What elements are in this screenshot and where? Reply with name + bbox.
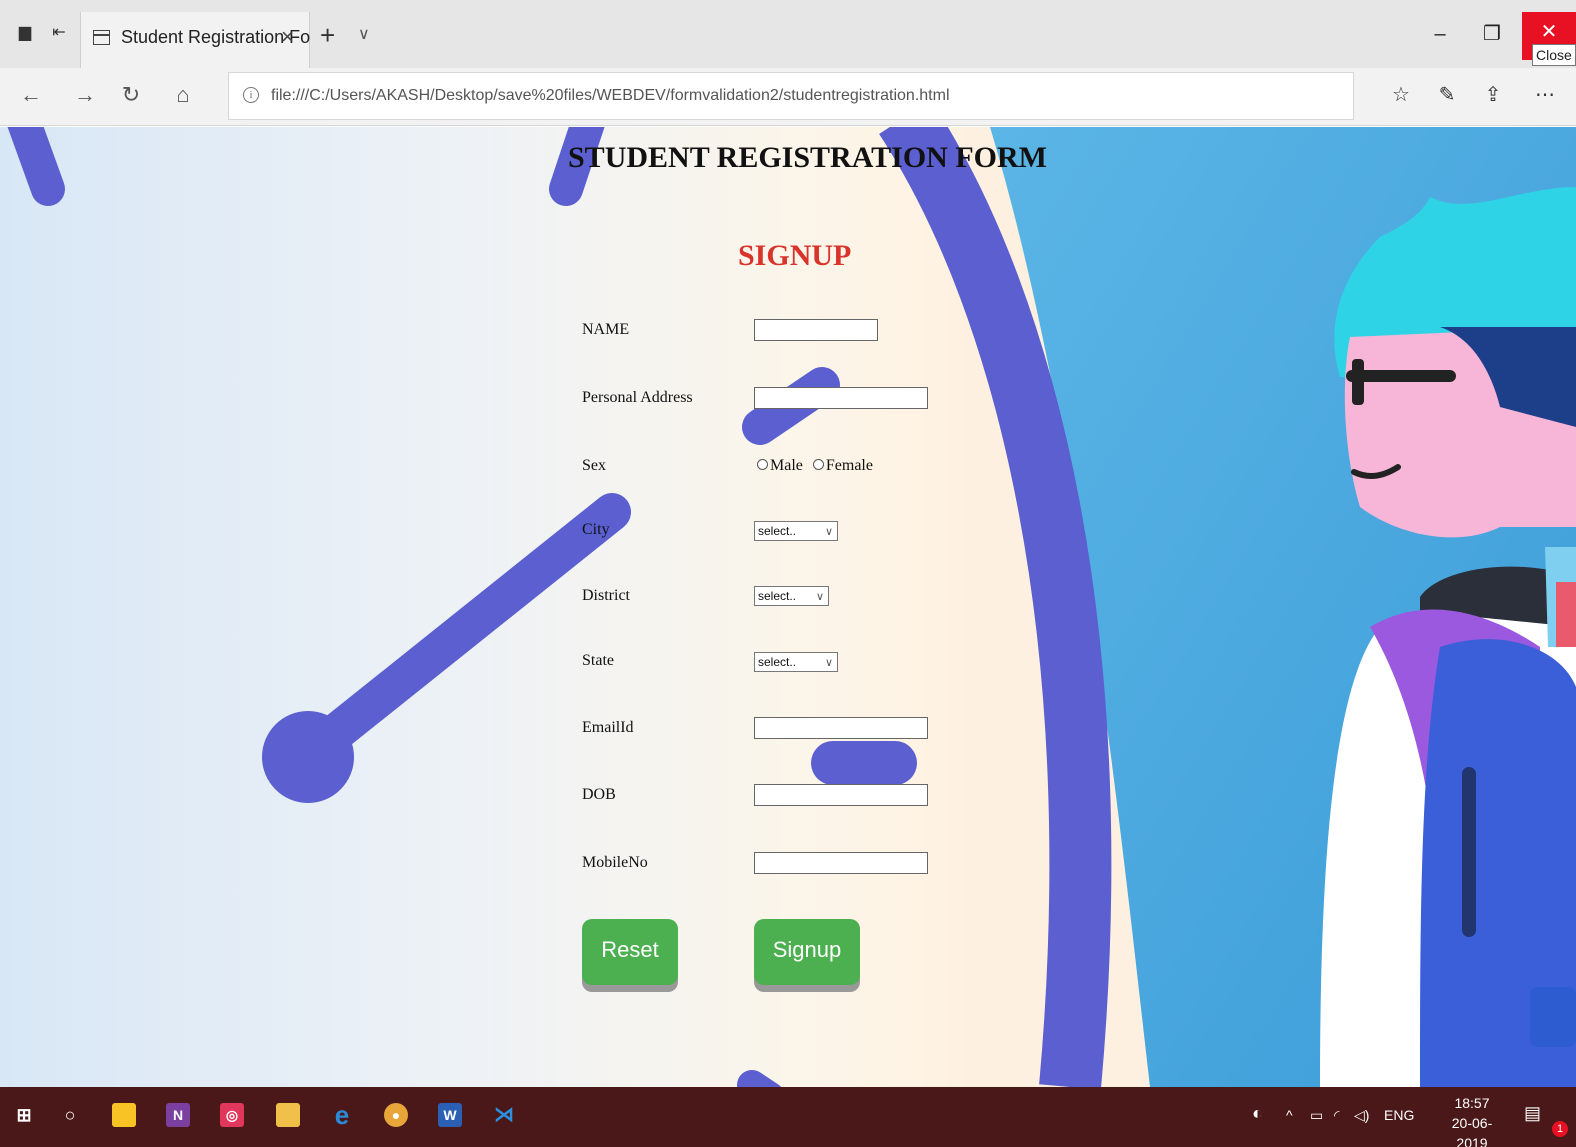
page-icon [93, 30, 110, 45]
state-select[interactable]: select.. ∨ [754, 652, 838, 672]
restore-button[interactable]: ❐ [1470, 14, 1514, 54]
forward-icon[interactable]: → [70, 80, 100, 110]
email-input[interactable] [754, 717, 928, 739]
file-explorer-icon[interactable] [276, 1103, 300, 1127]
mobile-input[interactable] [754, 852, 928, 874]
name-label: NAME [582, 321, 630, 338]
start-icon[interactable]: ⊞ [12, 1103, 36, 1127]
ie-warning-icon[interactable]: ◐ [1252, 1103, 1263, 1124]
state-label: State [582, 652, 614, 669]
notes-icon[interactable]: ✎ [1432, 82, 1462, 112]
female-radio[interactable] [812, 459, 824, 470]
favorites-icon[interactable]: ☆ [1386, 82, 1416, 112]
word-icon[interactable]: W [438, 1103, 462, 1127]
clock-time: 18:57 [1454, 1095, 1490, 1111]
district-label: District [582, 587, 630, 604]
address-url[interactable]: file:///C:/Users/AKASH/Desktop/save%20fi… [271, 87, 950, 105]
signup-heading: SIGNUP [738, 239, 852, 272]
close-tooltip: Close [1532, 44, 1576, 66]
email-label: EmailId [582, 719, 634, 736]
info-icon[interactable]: i [243, 87, 259, 103]
back-icon[interactable]: ← [16, 80, 46, 110]
name-input[interactable] [754, 319, 878, 341]
battery-icon[interactable]: ▭ [1310, 1107, 1323, 1124]
new-tab-button[interactable]: + [320, 20, 335, 51]
tabs-aside-icon[interactable]: ⇤ [50, 24, 68, 42]
page-viewport: STUDENT REGISTRATION FORM SIGNUP NAME Pe… [0, 127, 1576, 1087]
action-center-icon[interactable]: ▤ [1524, 1103, 1541, 1124]
district-select-value: select.. [758, 589, 797, 603]
tab-close-icon[interactable]: × [281, 24, 294, 50]
instagram-icon[interactable]: ◎ [220, 1103, 244, 1127]
city-label: City [582, 521, 610, 538]
state-select-value: select.. [758, 655, 797, 669]
signup-button[interactable]: Signup [754, 919, 860, 985]
sticky-notes-icon[interactable] [112, 1103, 136, 1127]
city-select[interactable]: select.. ∨ [754, 521, 838, 541]
male-label: Male [770, 457, 803, 474]
page-title: STUDENT REGISTRATION FORM [568, 141, 1047, 174]
language-indicator[interactable]: ENG [1384, 1107, 1414, 1123]
system-clock[interactable]: 18:57 20-06-2019 [1440, 1093, 1504, 1147]
sex-radio-group: Male Female [757, 457, 873, 475]
show-hidden-icons-chevron-icon[interactable]: ^ [1286, 1107, 1293, 1123]
male-radio[interactable] [757, 459, 768, 470]
vscode-icon[interactable]: ⋊ [492, 1103, 516, 1127]
chevron-down-icon: ∨ [815, 591, 824, 603]
address-input[interactable] [754, 387, 928, 409]
registration-form: STUDENT REGISTRATION FORM SIGNUP NAME Pe… [0, 127, 1576, 1087]
chrome-icon[interactable]: ● [384, 1103, 408, 1127]
dob-input[interactable] [754, 784, 928, 806]
mobile-label: MobileNo [582, 854, 648, 871]
onenote-icon[interactable]: N [166, 1103, 190, 1127]
address-bar[interactable]: i file:///C:/Users/AKASH/Desktop/save%20… [228, 72, 1354, 120]
cortana-icon[interactable]: ○ [58, 1103, 82, 1127]
sex-label: Sex [582, 457, 606, 474]
edge-icon[interactable]: e [330, 1102, 354, 1128]
dob-label: DOB [582, 786, 616, 803]
female-label: Female [825, 457, 873, 474]
refresh-icon[interactable]: ↻ [116, 80, 146, 110]
windows-taskbar: ⊞ ○ N ◎ e ● W ⋊ ◐ ^ ▭ ◜ ◁) ENG 18:57 20-… [0, 1087, 1576, 1147]
volume-icon[interactable]: ◁) [1354, 1107, 1369, 1124]
reset-button[interactable]: Reset [582, 919, 678, 985]
chevron-down-icon: ∨ [824, 526, 833, 538]
navigation-bar: ← → ↻ ⌂ i file:///C:/Users/AKASH/Desktop… [0, 68, 1576, 126]
wifi-icon[interactable]: ◜ [1334, 1107, 1339, 1124]
set-aside-tabs-icon[interactable]: ▆ [16, 24, 34, 42]
tab-bar: ▆ ⇤ Student Registration Fo × + ∨ – ❐ ✕ … [0, 0, 1576, 76]
address-label: Personal Address [582, 389, 693, 406]
district-select[interactable]: select.. ∨ [754, 586, 829, 606]
share-icon[interactable]: ⇪ [1478, 82, 1508, 112]
city-select-value: select.. [758, 524, 797, 538]
notification-badge: 1 [1552, 1121, 1568, 1137]
home-icon[interactable]: ⌂ [168, 80, 198, 110]
tab-preview-chevron-icon[interactable]: ∨ [358, 24, 370, 44]
chevron-down-icon: ∨ [824, 657, 833, 669]
more-icon[interactable]: ⋯ [1530, 82, 1560, 112]
tab-active[interactable]: Student Registration Fo × [80, 12, 310, 68]
minimize-button[interactable]: – [1418, 14, 1462, 54]
clock-date: 20-06-2019 [1451, 1115, 1493, 1147]
